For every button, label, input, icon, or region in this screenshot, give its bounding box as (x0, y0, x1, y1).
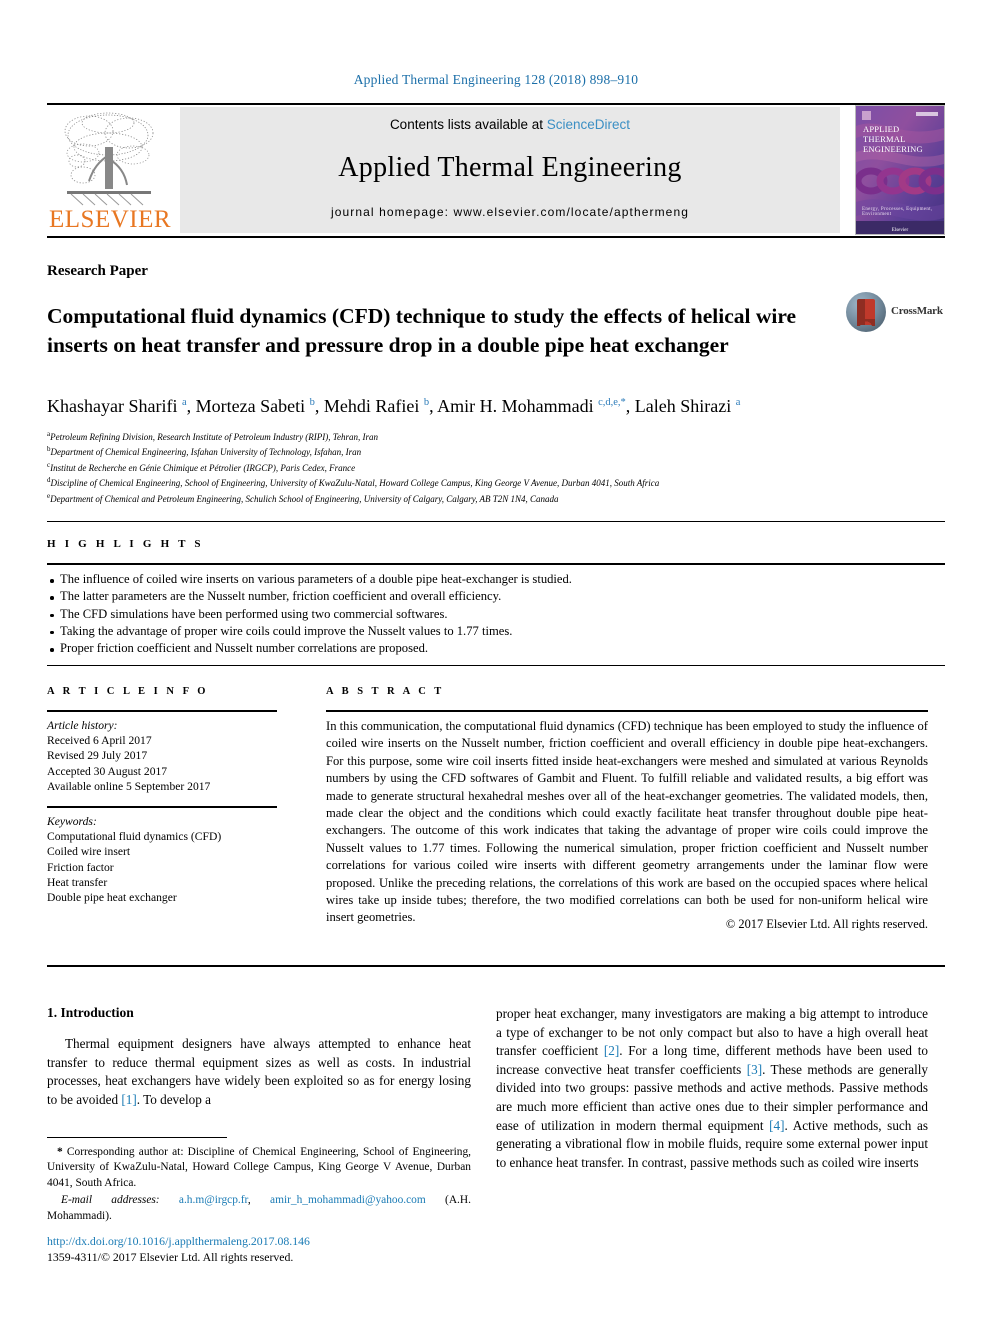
abstract-rule (326, 710, 928, 712)
crossmark-badge[interactable]: CrossMark (846, 292, 943, 334)
elsevier-wordmark: ELSEVIER (49, 206, 172, 233)
running-head: Applied Thermal Engineering 128 (2018) 8… (353, 72, 639, 87)
article-history-item: Revised 29 July 2017 (47, 749, 148, 763)
affiliation-item: dDiscipline of Chemical Engineering, Sch… (47, 474, 937, 489)
corresponding-author-note: * Corresponding author at: Discipline of… (47, 1146, 471, 1189)
keywords-label: Keywords: (47, 815, 97, 828)
keyword-item: Computational fluid dynamics (CFD) (47, 830, 222, 844)
keyword-item: Double pipe heat exchanger (47, 891, 177, 905)
keywords-items: Computational fluid dynamics (CFD) Coiled… (47, 829, 292, 905)
journal-header-center: Contents lists available at ScienceDirec… (180, 107, 840, 233)
cover-top-mark (862, 111, 871, 120)
highlights-list: The influence of coiled wire inserts on … (47, 571, 927, 657)
paper-page: Applied Thermal Engineering 128 (2018) 8… (0, 0, 992, 1323)
body-column-left: 1. Introduction Thermal equipment design… (47, 1005, 471, 1109)
highlights-bottom-rule (47, 665, 945, 666)
article-history-block: Article history: Received 6 April 2017 Re… (47, 718, 282, 794)
article-type-label: Research Paper (47, 263, 148, 279)
cover-title-line-1: APPLIED (863, 124, 900, 134)
journal-homepage-line[interactable]: journal homepage: www.elsevier.com/locat… (180, 205, 840, 219)
journal-cover-thumbnail[interactable]: APPLIED THERMAL ENGINEERING Energy, Proc… (855, 105, 945, 235)
abstract-copyright: © 2017 Elsevier Ltd. All rights reserved… (725, 917, 928, 931)
highlight-item: Taking the advantage of proper wire coil… (47, 623, 927, 640)
keyword-item: Heat transfer (47, 875, 108, 889)
affiliation-item: cInstitut de Recherche en Génie Chimique… (47, 459, 937, 474)
journal-header-band: ELSEVIER Contents lists available at Sci… (47, 105, 945, 235)
abstract-bottom-rule (47, 965, 945, 967)
affiliation-item: bDepartment of Chemical Engineering, Isf… (47, 443, 937, 458)
keyword-item: Coiled wire insert (47, 845, 131, 859)
author-list: Khashayar Sharifi a, Morteza Sabeti b, M… (47, 396, 741, 416)
highlight-item: The influence of coiled wire inserts on … (47, 571, 927, 588)
abstract-text: In this communication, the computational… (326, 719, 928, 925)
email-addresses-line: E-mail addresses: a.h.m@irgcp.fr, amir_h… (47, 1193, 471, 1224)
highlight-item: The latter parameters are the Nusselt nu… (47, 588, 927, 605)
intro-paragraph-left: Thermal equipment designers have always … (47, 1036, 471, 1107)
article-history-item: Accepted 30 August 2017 (47, 764, 168, 778)
crossmark-icon (846, 292, 886, 332)
cover-title-line-2: THERMAL (863, 134, 906, 144)
affiliation-text: Petroleum Refining Division, Research In… (50, 432, 378, 442)
header-bottom-rule (47, 236, 945, 238)
footnote-block: * Corresponding author at: Discipline of… (47, 1145, 471, 1224)
affiliation-text: Discipline of Chemical Engineering, Scho… (50, 478, 660, 489)
article-history-items: Received 6 April 2017 Revised 29 July 201… (47, 733, 282, 794)
article-history-item: Received 6 April 2017 (47, 734, 152, 748)
article-info-rule (47, 710, 277, 712)
highlights-mid-rule (47, 563, 945, 565)
elsevier-tree-icon (64, 112, 154, 206)
affiliation-text: Department of Chemical Engineering, Isfa… (50, 447, 362, 458)
cover-top-right-mark (916, 112, 938, 116)
contents-prefix: Contents lists available at (389, 117, 547, 132)
email-link-2[interactable]: amir_h_mohammadi@yahoo.com (270, 1194, 426, 1206)
article-history-item: Available online 5 September 2017 (47, 779, 211, 793)
affiliation-list: aPetroleum Refining Division, Research I… (47, 428, 937, 505)
email-separator: , (247, 1194, 271, 1207)
keywords-block: Keywords: Computational fluid dynamics (… (47, 814, 292, 905)
highlight-item: Proper friction coefficient and Nusselt … (47, 640, 927, 657)
affiliation-text: Department of Chemical and Petroleum Eng… (50, 493, 559, 504)
crossmark-notch-shape (857, 319, 875, 326)
highlights-top-rule (47, 521, 945, 522)
crossmark-label: CrossMark (891, 305, 943, 317)
doi-block: http://dx.doi.org/10.1016/j.applthermale… (47, 1233, 487, 1265)
abstract-heading: A B S T R A C T (326, 686, 445, 697)
elsevier-logo: ELSEVIER (47, 107, 172, 233)
body-column-right: proper heat exchanger, many investigator… (496, 1005, 928, 1172)
article-info-heading: A R T I C L E I N F O (47, 686, 209, 697)
page-title: Computational fluid dynamics (CFD) techn… (47, 304, 797, 358)
affiliation-item: aPetroleum Refining Division, Research I… (47, 428, 937, 443)
doi-link[interactable]: http://dx.doi.org/10.1016/j.applthermale… (47, 1233, 487, 1249)
cover-footnote: Energy, Processes, Equipment, Environmen… (862, 207, 933, 217)
highlights-heading: H I G H L I G H T S (47, 538, 204, 550)
keywords-rule (47, 806, 277, 808)
cover-journal-title: APPLIED THERMAL ENGINEERING (863, 124, 937, 154)
email-label: E-mail addresses: (61, 1194, 160, 1207)
contents-available-line: Contents lists available at ScienceDirec… (180, 117, 840, 132)
keyword-item: Friction factor (47, 860, 114, 874)
intro-paragraph-right: proper heat exchanger, many investigator… (496, 1006, 928, 1170)
footnote-rule (47, 1137, 227, 1138)
cover-title-line-3: ENGINEERING (863, 144, 923, 154)
sciencedirect-link[interactable]: ScienceDirect (547, 117, 630, 132)
issn-copyright-line: 1359-4311/© 2017 Elsevier Ltd. All right… (47, 1250, 294, 1264)
affiliation-item: eDepartment of Chemical and Petroleum En… (47, 490, 937, 505)
cover-publisher: Elsevier (891, 228, 909, 233)
article-history-label: Article history: (47, 719, 118, 732)
affiliation-text: Institut de Recherche en Génie Chimique … (50, 462, 356, 473)
section-heading-introduction: 1. Introduction (47, 1005, 134, 1020)
email-link-1[interactable]: a.h.m@irgcp.fr (179, 1194, 248, 1206)
highlight-item: The CFD simulations have been performed … (47, 606, 927, 623)
journal-title: Applied Thermal Engineering (338, 152, 682, 183)
